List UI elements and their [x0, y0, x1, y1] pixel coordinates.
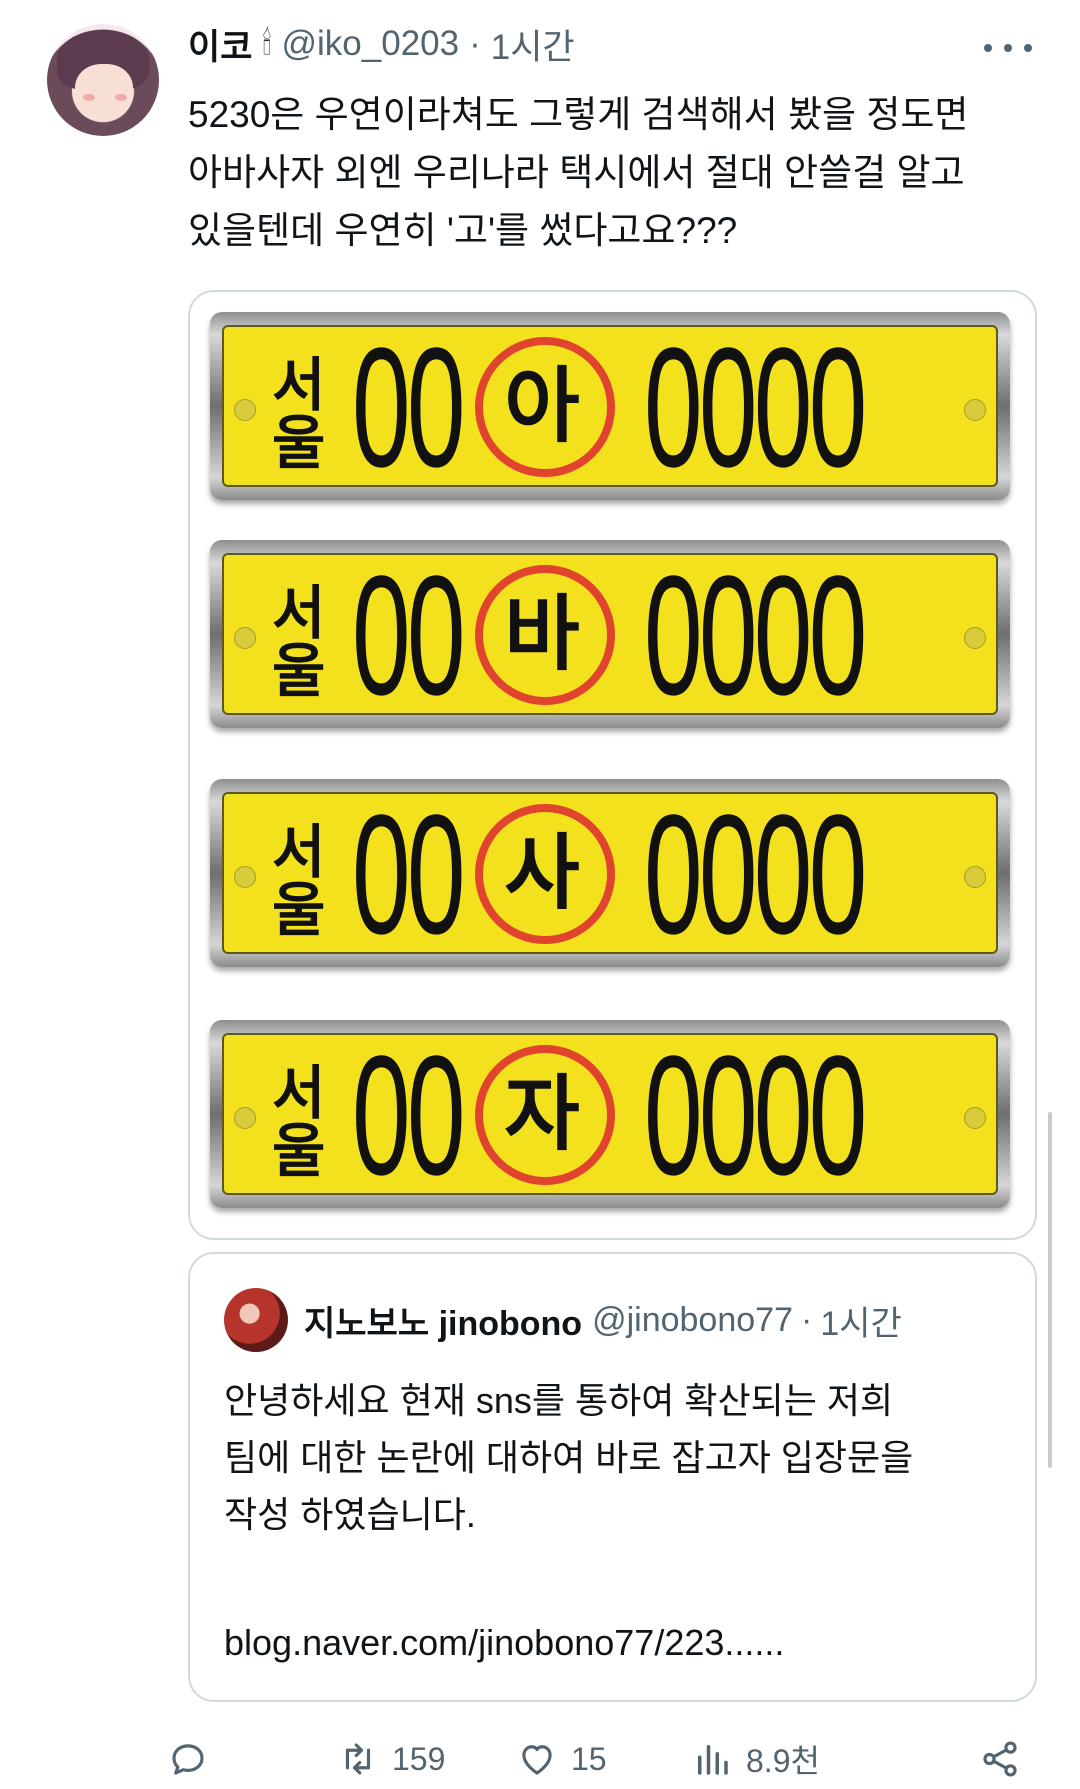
- screw-icon: [964, 627, 986, 649]
- author-handle[interactable]: @iko_0203: [282, 24, 460, 64]
- quoted-tweet-link[interactable]: blog.naver.com/jinobono77/223......: [224, 1614, 784, 1671]
- quoted-tweet-header: 지노보노 jinobono @jinobono77 · 1시간: [304, 1296, 902, 1344]
- avatar-cheek: [115, 94, 127, 101]
- share-icon: [983, 1741, 1017, 1777]
- tweet-image[interactable]: 서울 00 아 0000 서울 00 바 0000 서울 00 사 0000 서…: [188, 290, 1037, 1240]
- reply-button[interactable]: [166, 1735, 210, 1783]
- plate-right-digits: 0000: [644, 313, 867, 503]
- screw-icon: [964, 399, 986, 421]
- plate-face: 서울 00 바 0000: [222, 541, 998, 731]
- license-plate: 서울 00 자 0000: [210, 1020, 1010, 1208]
- plate-right-digits: 0000: [644, 541, 867, 731]
- plate-region: 서울: [272, 353, 325, 476]
- screw-icon: [234, 627, 256, 649]
- quoted-tweet[interactable]: 지노보노 jinobono @jinobono77 · 1시간 안녕하세요 현재…: [188, 1252, 1037, 1702]
- separator-dot: ·: [800, 1300, 813, 1339]
- more-dot: [1004, 44, 1012, 52]
- plate-region: 서울: [272, 1061, 325, 1184]
- author-name[interactable]: 이코: [188, 19, 252, 70]
- reply-icon: [172, 1744, 204, 1775]
- screw-icon: [234, 866, 256, 888]
- plate-left-digits: 00: [352, 780, 466, 970]
- views-icon: [698, 1745, 728, 1775]
- more-options-icon[interactable]: [984, 28, 1032, 68]
- screw-icon: [964, 1107, 986, 1129]
- plate-face: 서울 00 아 0000: [222, 313, 998, 503]
- license-plate: 서울 00 아 0000: [210, 312, 1010, 500]
- plate-face: 서울 00 자 0000: [222, 1021, 998, 1211]
- more-dot: [984, 44, 992, 52]
- separator-dot: ·: [469, 24, 481, 63]
- red-circle-mark: [475, 565, 615, 705]
- avatar-cheek: [83, 94, 95, 101]
- license-plate: 서울 00 사 0000: [210, 779, 1010, 967]
- scrollbar[interactable]: [1048, 1112, 1052, 1468]
- tweet-actions: 159 15 8.9천: [172, 1735, 1033, 1783]
- retweet-icon: [345, 1743, 371, 1775]
- quoted-tweet-text: 안녕하세요 현재 sns를 통하여 확산되는 저희 팀에 대한 논란에 대하여 …: [224, 1380, 914, 1535]
- quoted-author-name: 지노보노 jinobono: [304, 1304, 583, 1343]
- quoted-tweet-time: 1시간: [820, 1304, 902, 1343]
- plate-face: 서울 00 사 0000: [222, 780, 998, 970]
- retweet-button[interactable]: 159: [336, 1735, 445, 1783]
- author-avatar[interactable]: [47, 24, 159, 136]
- plate-right-digits: 0000: [644, 1021, 867, 1211]
- plate-left-digits: 00: [352, 313, 466, 503]
- share-button[interactable]: [978, 1735, 1022, 1783]
- quoted-author-handle: @jinobono77: [592, 1300, 793, 1339]
- views-count: 8.9천: [746, 1743, 820, 1779]
- avatar-face: [75, 64, 133, 116]
- license-plate: 서울 00 바 0000: [210, 540, 1010, 728]
- tweet-card[interactable]: 이코 🕯 @iko_0203 · 1시간 5230은 우연이라쳐도 그렇게 검색…: [0, 0, 1080, 1789]
- screw-icon: [234, 1107, 256, 1129]
- plate-region: 서울: [272, 820, 325, 943]
- like-count: 15: [571, 1740, 607, 1777]
- screw-icon: [234, 399, 256, 421]
- tweet-header: 이코 🕯 @iko_0203 · 1시간: [188, 22, 575, 67]
- plate-right-digits: 0000: [644, 780, 867, 970]
- tweet-time[interactable]: 1시간: [491, 19, 575, 70]
- heart-icon: [522, 1745, 552, 1775]
- red-circle-mark: [475, 337, 615, 477]
- plate-left-digits: 00: [352, 541, 466, 731]
- more-dot: [1024, 44, 1032, 52]
- plate-left-digits: 00: [352, 1021, 466, 1211]
- red-circle-mark: [475, 804, 615, 944]
- quoted-author-avatar: [224, 1288, 288, 1352]
- screw-icon: [964, 866, 986, 888]
- retweet-count: 159: [392, 1740, 446, 1777]
- red-circle-mark: [475, 1045, 615, 1185]
- like-button[interactable]: 15: [515, 1735, 607, 1783]
- candle-emoji-icon: 🕯: [262, 25, 272, 61]
- tweet-text: 5230은 우연이라쳐도 그렇게 검색해서 봤을 정도면 아바사자 외엔 우리나…: [188, 94, 969, 251]
- views-button[interactable]: 8.9천: [690, 1735, 820, 1783]
- plate-region: 서울: [272, 581, 325, 704]
